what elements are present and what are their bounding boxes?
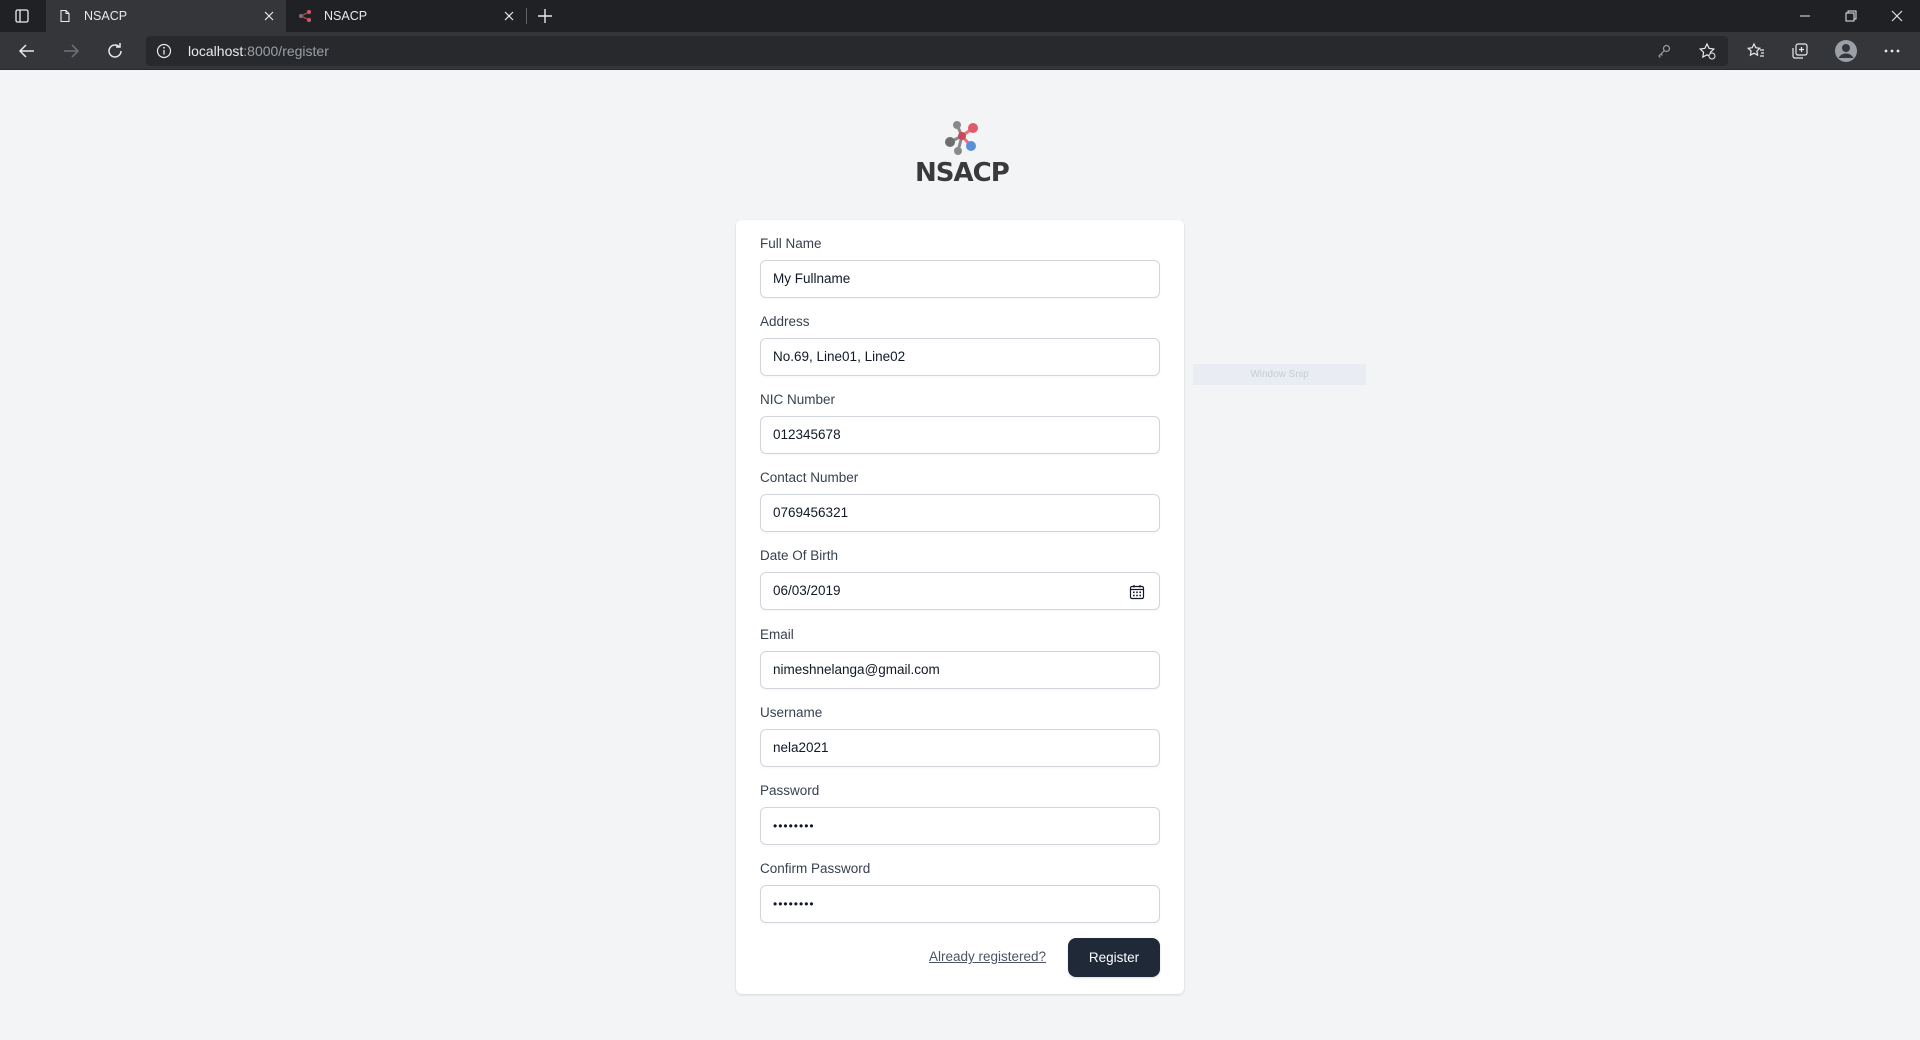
nic-number-value: 012345678 [773, 427, 841, 442]
nsacp-favicon-icon [299, 10, 311, 22]
tab-nsacp-1[interactable]: NSACP [46, 0, 286, 32]
collections-icon[interactable] [1790, 41, 1810, 61]
url-text: localhost:8000/register [188, 43, 329, 59]
date-of-birth-input[interactable]: 06/03/2019 [760, 572, 1160, 610]
confirm-password-group: Confirm Password •••••••• [760, 861, 1160, 923]
close-icon [1891, 10, 1903, 22]
restore-icon [1845, 10, 1857, 22]
password-label: Password [760, 783, 820, 798]
more-options-icon[interactable] [1882, 41, 1902, 61]
email-group: Email nimeshnelanga@gmail.com [760, 627, 1160, 689]
email-value: nimeshnelanga@gmail.com [773, 662, 940, 677]
minimize-button[interactable] [1782, 0, 1828, 32]
full-name-group: Full Name My Fullname [760, 236, 1160, 298]
already-registered-link[interactable]: Already registered? [929, 949, 1046, 964]
nic-number-group: NIC Number 012345678 [760, 392, 1160, 454]
full-name-value: My Fullname [773, 271, 851, 286]
contact-number-group: Contact Number 0769456321 [760, 470, 1160, 532]
browser-tab-bar: NSACP NSACP [0, 0, 1920, 32]
confirm-password-input[interactable]: •••••••• [760, 885, 1160, 923]
tab-title: NSACP [84, 9, 128, 23]
logo-text: NSACP [915, 158, 1010, 188]
date-of-birth-value: 06/03/2019 [773, 583, 841, 598]
email-label: Email [760, 627, 794, 642]
tab-separator [526, 8, 527, 24]
username-group: Username nela2021 [760, 705, 1160, 767]
contact-number-input[interactable]: 0769456321 [760, 494, 1160, 532]
address-input[interactable]: No.69, Line01, Line02 [760, 338, 1160, 376]
forward-icon[interactable] [61, 41, 81, 61]
restore-button[interactable] [1828, 0, 1874, 32]
calendar-icon[interactable] [1129, 584, 1145, 600]
profile-avatar-icon[interactable] [1834, 39, 1858, 63]
page-icon [60, 9, 70, 23]
password-group: Password •••••••• [760, 783, 1160, 845]
register-button[interactable]: Register [1068, 938, 1160, 977]
nic-number-label: NIC Number [760, 392, 836, 407]
username-label: Username [760, 705, 823, 720]
full-name-input[interactable]: My Fullname [760, 260, 1160, 298]
url-path: :8000/register [243, 43, 329, 59]
date-of-birth-group: Date Of Birth 06/03/2019 [760, 548, 1160, 610]
date-of-birth-label: Date Of Birth [760, 548, 839, 563]
nsacp-logo: NSACP [915, 120, 1010, 192]
tab-actions-icon[interactable] [14, 8, 30, 24]
full-name-label: Full Name [760, 236, 822, 251]
address-group: Address No.69, Line01, Line02 [760, 314, 1160, 376]
molecule-logo-icon [945, 121, 978, 155]
username-value: nela2021 [773, 740, 829, 755]
key-icon[interactable] [1656, 43, 1672, 59]
username-input[interactable]: nela2021 [760, 729, 1160, 767]
nic-number-input[interactable]: 012345678 [760, 416, 1160, 454]
new-tab-icon[interactable] [536, 7, 554, 25]
tab-nsacp-2[interactable]: NSACP [286, 0, 526, 32]
contact-number-value: 0769456321 [773, 505, 849, 520]
close-tab-icon[interactable] [502, 9, 516, 23]
password-value: •••••••• [773, 819, 815, 833]
browser-toolbar: localhost:8000/register [0, 32, 1920, 70]
confirm-password-label: Confirm Password [760, 861, 871, 876]
site-info-icon[interactable] [156, 43, 172, 59]
window-snip-overlay: Window Snip [1193, 364, 1366, 385]
favorites-icon[interactable] [1746, 41, 1766, 61]
tab-title: NSACP [324, 9, 368, 23]
back-icon[interactable] [17, 41, 37, 61]
confirm-password-value: •••••••• [773, 897, 815, 911]
close-window-button[interactable] [1874, 0, 1920, 32]
contact-number-label: Contact Number [760, 470, 859, 485]
minimize-icon [1800, 15, 1810, 17]
add-favorite-icon[interactable] [1698, 42, 1716, 60]
address-value: No.69, Line01, Line02 [773, 349, 906, 364]
close-tab-icon[interactable] [262, 9, 276, 23]
password-input[interactable]: •••••••• [760, 807, 1160, 845]
register-form-card: Full Name My Fullname Address No.69, Lin… [736, 220, 1184, 994]
refresh-icon[interactable] [105, 41, 125, 61]
address-bar[interactable]: localhost:8000/register [146, 36, 1728, 66]
url-host: localhost [188, 43, 244, 59]
email-input[interactable]: nimeshnelanga@gmail.com [760, 651, 1160, 689]
address-label: Address [760, 314, 810, 329]
